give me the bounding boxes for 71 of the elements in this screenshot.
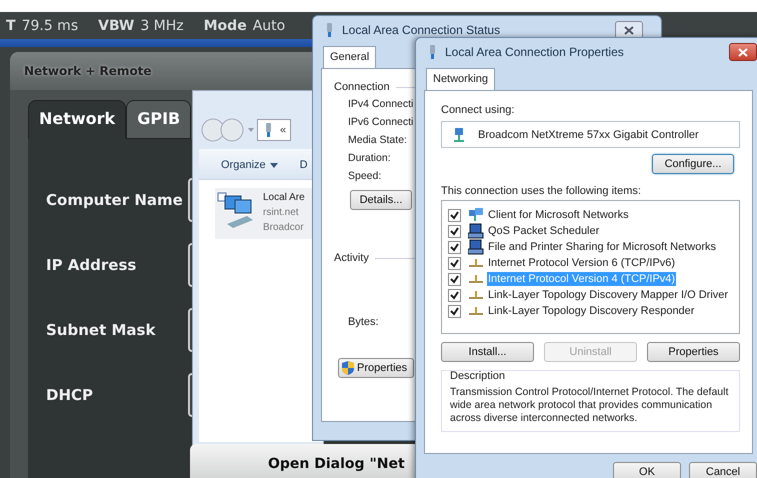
list-item[interactable]: Link-Layer Topology Discovery Responder	[487, 304, 696, 318]
network-adapter-icon	[452, 126, 466, 142]
checkbox[interactable]	[448, 224, 461, 238]
list-item[interactable]: Client for Microsoft Networks	[487, 208, 630, 222]
field-label: Subnet Mask	[46, 320, 156, 338]
status-value: 3 MHz	[140, 18, 184, 34]
field-label: Media State:	[348, 133, 407, 148]
item-detail: rsint.net	[263, 206, 300, 220]
breadcrumb-chevron[interactable]: «	[280, 124, 286, 136]
tab[interactable]: General	[323, 46, 376, 68]
menu-item[interactable]: D	[300, 159, 308, 179]
group-label: Connection	[334, 81, 390, 93]
cancel-button[interactable]: Cancel	[689, 462, 757, 478]
adapter-field: Broadcom NetXtreme 57xx Gigabit Controller	[441, 121, 740, 148]
input-field[interactable]	[188, 372, 192, 416]
checkbox[interactable]	[448, 304, 461, 318]
list-item[interactable]: Link-Layer Topology Discovery Mapper I/O Driver	[487, 288, 730, 302]
field-label: IPv6 Connecti	[348, 115, 414, 130]
list-item[interactable]: QoS Packet Scheduler	[487, 224, 600, 238]
properties-button[interactable]: Properties	[338, 358, 414, 378]
checkbox[interactable]	[448, 240, 461, 254]
status-label: T	[6, 18, 16, 34]
status-value: 79.5 ms	[22, 18, 78, 34]
address-field[interactable]: «	[257, 119, 292, 141]
status-label: Mode	[204, 18, 247, 34]
input-field[interactable]	[188, 308, 192, 352]
close-icon	[624, 26, 634, 34]
window-title: Local Area Connection Properties	[445, 45, 625, 59]
input-field[interactable]	[188, 178, 192, 222]
close-button[interactable]	[729, 43, 757, 61]
tab[interactable]: GPIB	[126, 100, 192, 139]
status-value: Auto	[252, 18, 286, 34]
description-text: Transmission Control Protocol/Internet Protocol. The default wide area network protocol that provides communication across diverse interconnected networks.	[450, 386, 730, 425]
status-label: VBW	[98, 18, 134, 34]
window-title: Local Area Connection Status	[342, 23, 502, 37]
back-forward-icon	[201, 117, 245, 143]
item-detail: Broadcor	[263, 221, 305, 235]
field-label: DHCP	[46, 386, 94, 404]
group-label: Activity	[334, 252, 369, 264]
ok-button[interactable]: OK	[613, 462, 681, 478]
caret-icon	[247, 127, 255, 133]
menu-item[interactable]: Organize	[221, 159, 278, 179]
field-label: Computer Name	[46, 190, 184, 208]
close-icon	[738, 48, 748, 56]
tab[interactable]: Network	[28, 100, 126, 139]
group-label: Description	[450, 370, 506, 382]
shield-icon	[341, 360, 355, 376]
field-label: IP Address	[46, 256, 138, 274]
list-item[interactable]: File and Printer Sharing for Microsoft Networks	[487, 240, 718, 254]
tab[interactable]: Networking	[426, 68, 496, 90]
input-field[interactable]	[188, 242, 192, 286]
field-label: Connect using:	[441, 103, 516, 117]
list-item[interactable]: Internet Protocol Version 6 (TCP/IPv6)	[487, 256, 676, 270]
network-client-icon	[468, 207, 484, 223]
field-label: Bytes:	[348, 316, 380, 328]
item-name: Local Are	[263, 191, 305, 205]
properties-button[interactable]: Properties	[647, 342, 740, 362]
checkbox[interactable]	[448, 208, 461, 222]
computer-icon	[468, 239, 484, 255]
checkbox[interactable]	[448, 288, 461, 302]
field-label: Duration:	[348, 151, 391, 166]
configure-button[interactable]: Configure...	[652, 154, 734, 174]
details-button[interactable]: Details...	[350, 190, 412, 210]
checkbox[interactable]	[448, 256, 461, 270]
checkbox[interactable]	[448, 272, 461, 286]
caret-icon	[270, 163, 278, 168]
install-button[interactable]: Install...	[441, 342, 534, 362]
field-label: IPv4 Connecti	[348, 97, 414, 112]
computer-icon	[468, 223, 484, 239]
field-label: Speed:	[348, 169, 382, 184]
field-label: This connection uses the following items:	[441, 184, 642, 198]
